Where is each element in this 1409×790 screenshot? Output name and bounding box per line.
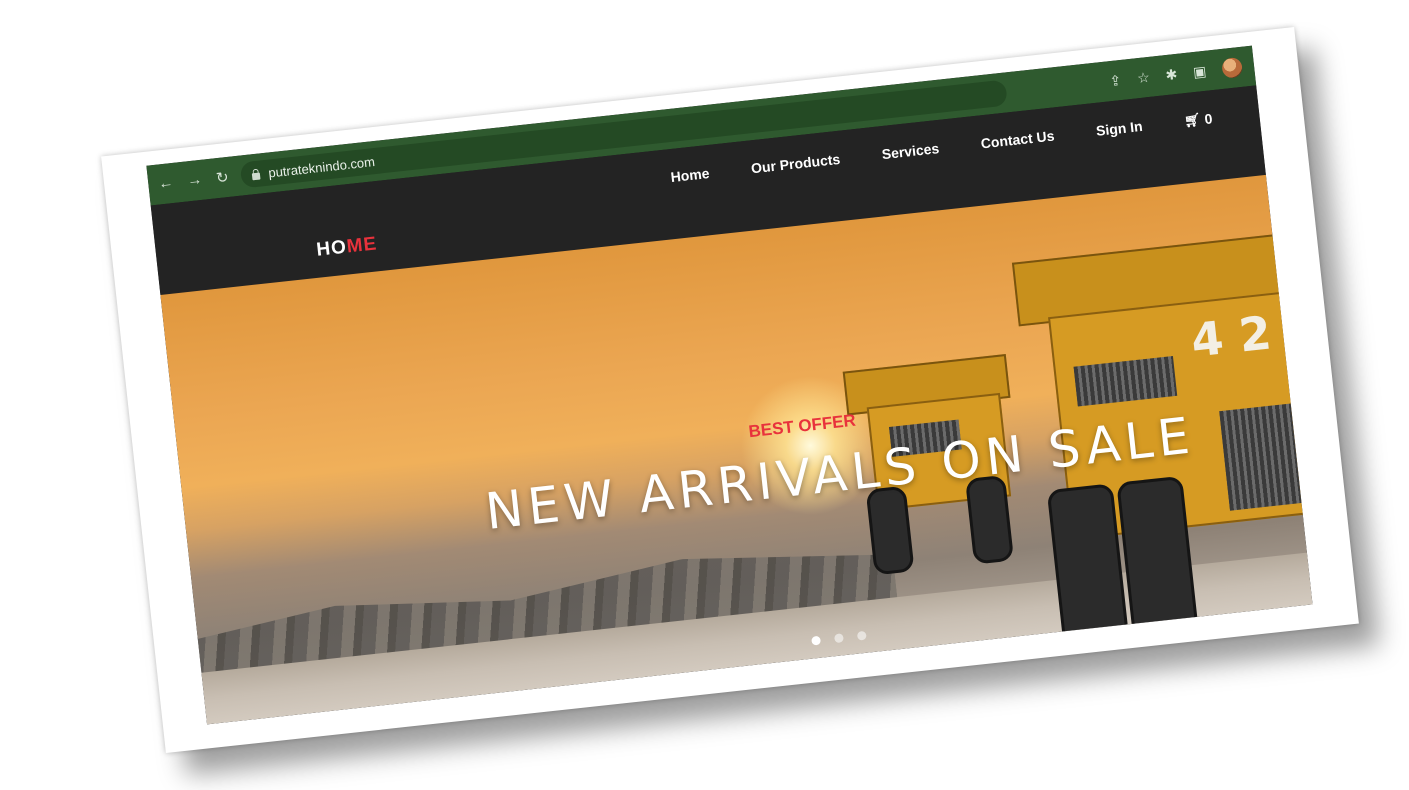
url-text: putrateknindo.com [267,153,376,181]
sidebar-icon[interactable]: ▣ [1192,62,1207,80]
cart-icon: 🛒︎ [1183,111,1202,129]
star-icon[interactable]: ☆ [1136,68,1150,86]
browser-actions: ⇪ ☆ ✱ ▣ [1109,56,1256,92]
site-logo[interactable]: HOME [315,233,378,261]
nav-services[interactable]: Services [881,140,940,162]
reload-icon[interactable]: ↻ [215,168,229,187]
cart-button[interactable]: 🛒︎ 0 [1183,110,1213,129]
slider-dot-2[interactable] [833,633,844,644]
browser-window: ← → ↻ putrateknindo.com ⇪ ☆ ✱ ▣ HOME Hom… [146,45,1313,725]
browser-nav-buttons: ← → ↻ [148,168,229,195]
profile-avatar[interactable] [1221,56,1244,79]
screenshot-photo-frame: ← → ↻ putrateknindo.com ⇪ ☆ ✱ ▣ HOME Hom… [101,26,1359,754]
back-icon[interactable]: ← [157,174,174,194]
nav-home[interactable]: Home [670,165,710,185]
logo-main-text: HO [315,236,348,261]
share-icon[interactable]: ⇪ [1109,71,1123,89]
extensions-icon[interactable]: ✱ [1165,65,1179,83]
nav-our-products[interactable]: Our Products [750,151,841,177]
nav-contact-us[interactable]: Contact Us [980,128,1055,152]
lock-icon [250,168,261,180]
forward-icon[interactable]: → [186,171,203,191]
slider-dot-3[interactable] [856,630,867,641]
logo-accent-text: ME [345,233,379,258]
cart-count: 0 [1203,110,1214,128]
nav-sign-in[interactable]: Sign In [1095,118,1143,139]
slider-dot-1[interactable] [811,635,822,646]
truck-number: 4 2 [1188,305,1274,368]
